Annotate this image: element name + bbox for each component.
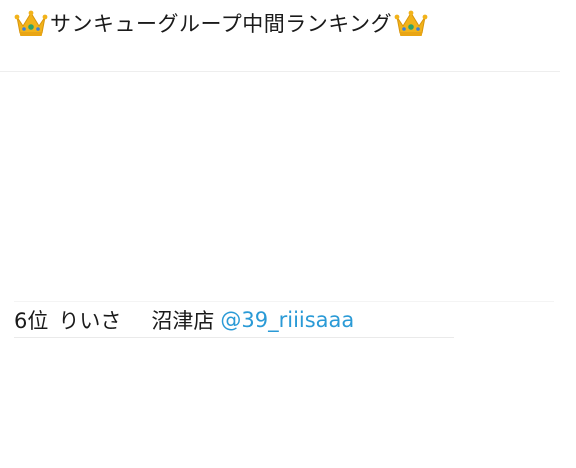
staff-name: りいさ [58,309,122,333]
crown-icon [394,10,428,36]
user-handle-link[interactable]: @39_riiisaaa [220,308,354,332]
divider [14,301,554,302]
post-screenshot: サンキューグループ中間ランキング 6位 りいさ 沼津店 @39_riiisaaa [0,0,576,468]
rank-number: 6位 [14,309,49,333]
ranking-entry: 6位 りいさ 沼津店 @39_riiisaaa [14,303,354,337]
post-title: サンキューグループ中間ランキング [50,12,393,36]
divider [0,71,560,72]
post-title-row: サンキューグループ中間ランキング [14,6,428,40]
crown-icon [14,10,48,36]
store-name: 沼津店 [151,309,215,333]
divider [14,337,454,338]
